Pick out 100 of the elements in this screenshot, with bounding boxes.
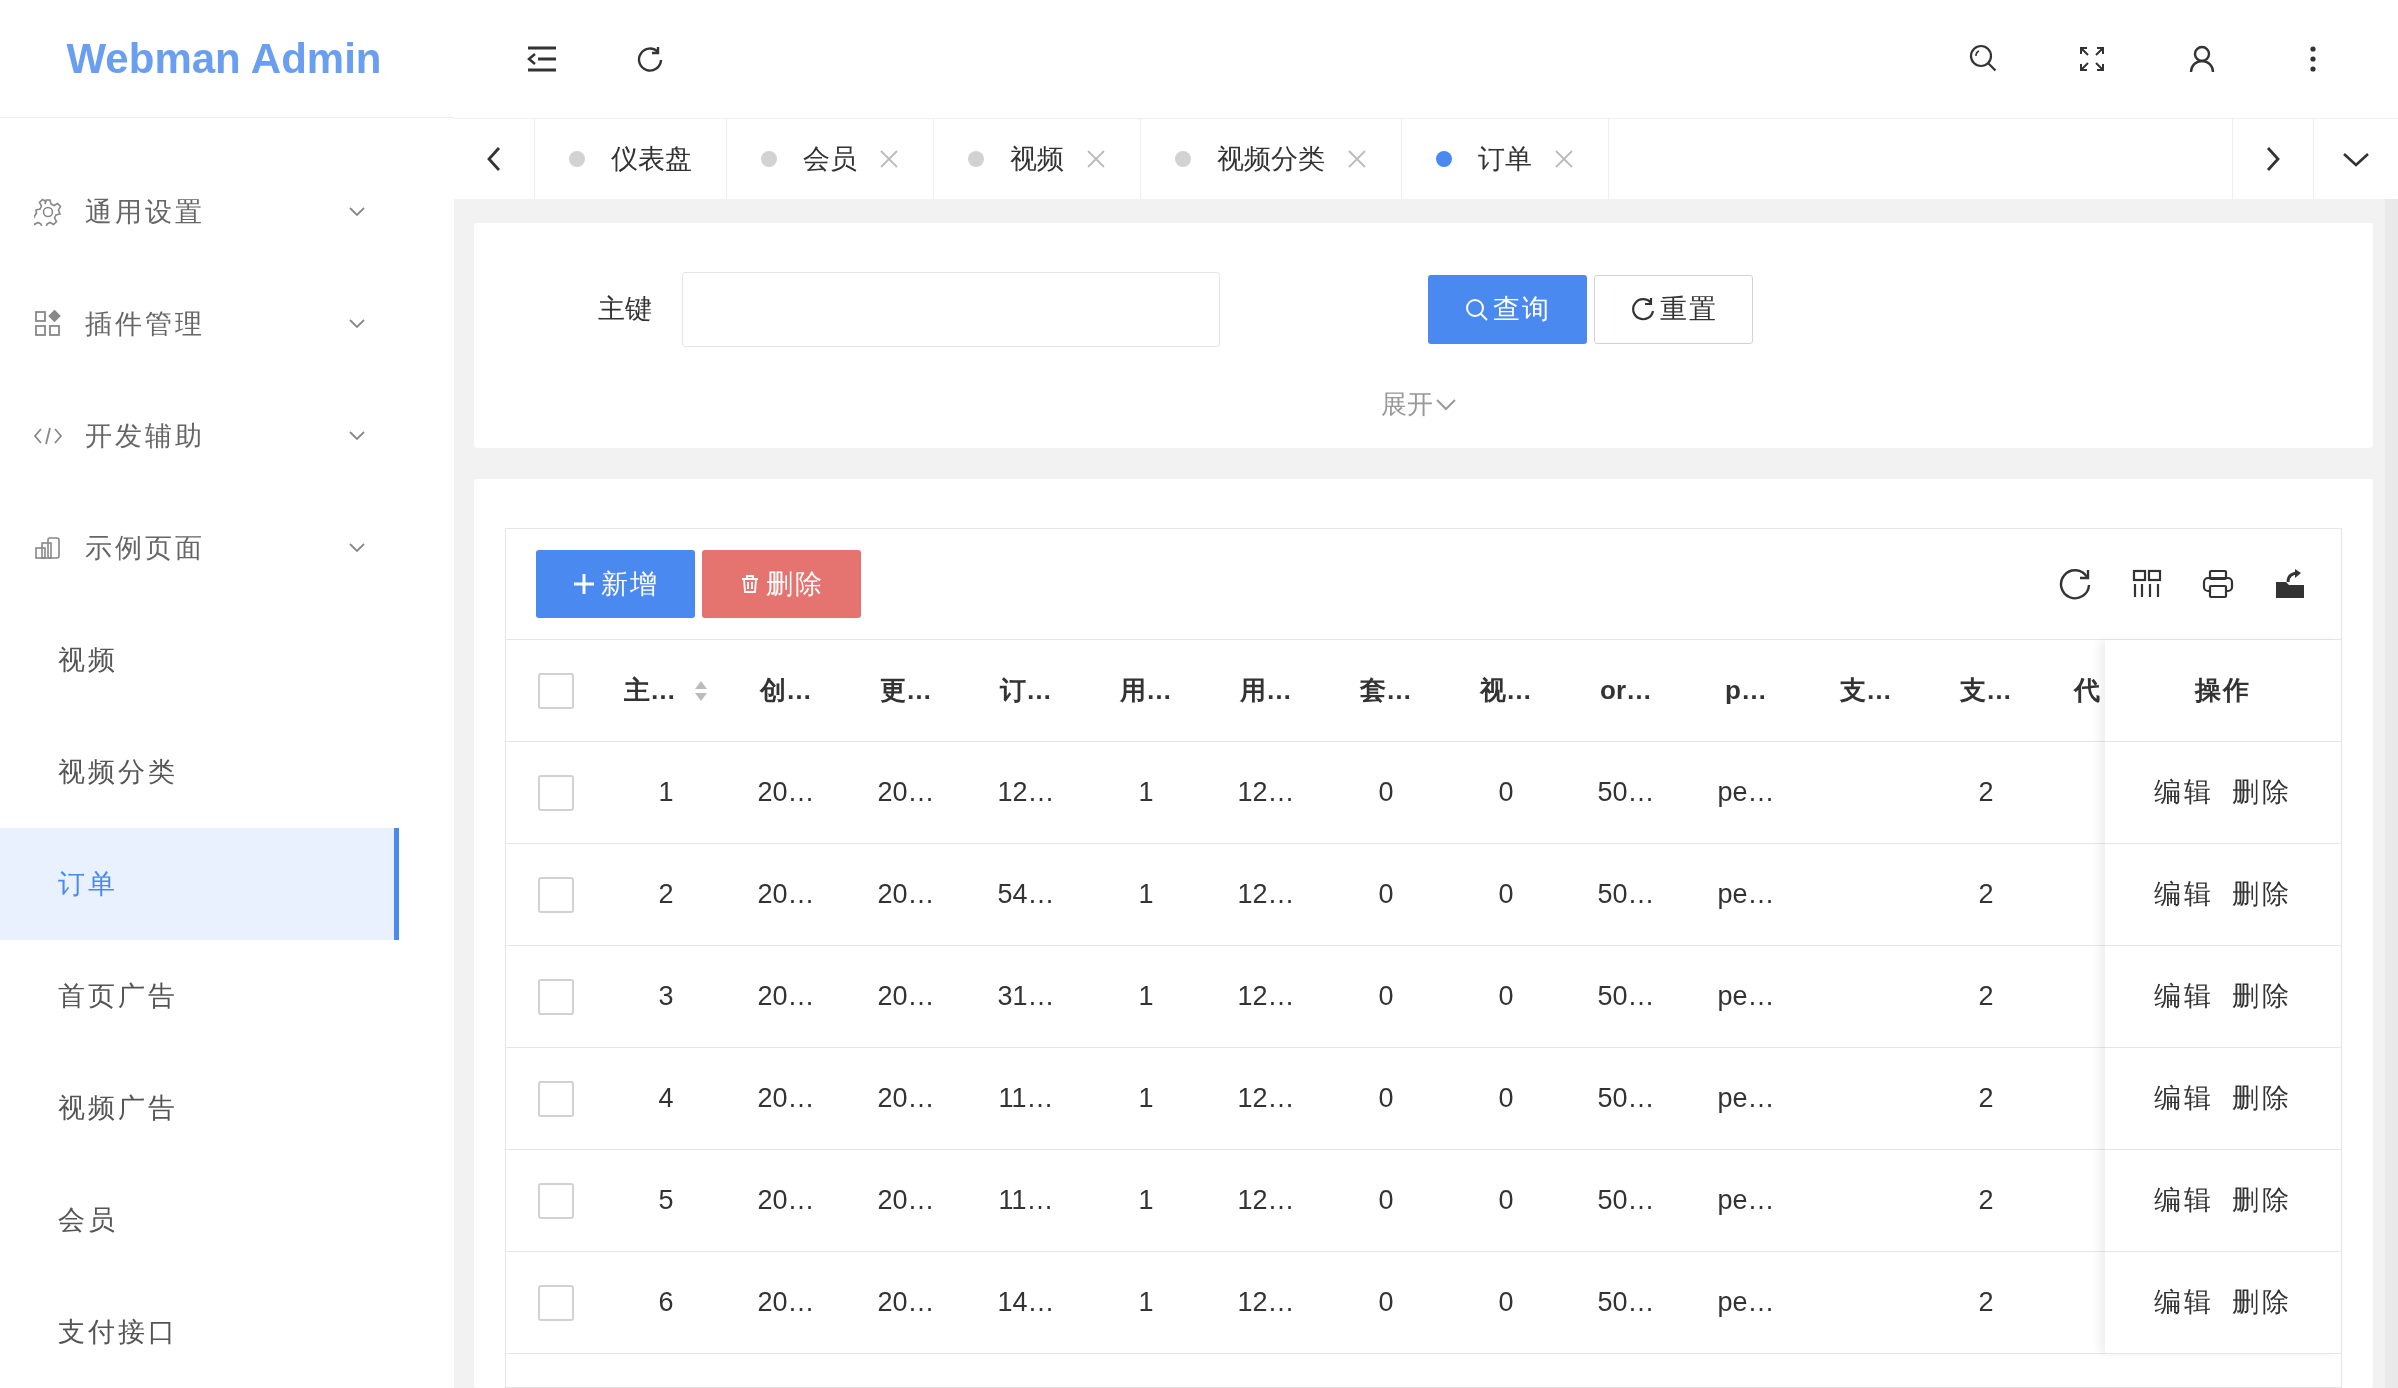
reset-button[interactable]: 重置 — [1594, 275, 1753, 344]
table-cell-text: 20… — [757, 776, 815, 810]
table-cell-text: 2 — [1978, 878, 1994, 912]
delete-link[interactable]: 删除 — [2232, 1078, 2292, 1119]
menu-item[interactable]: 会员 — [0, 1164, 399, 1276]
print-icon[interactable] — [2201, 568, 2235, 600]
edit-link[interactable]: 编辑 — [2154, 1078, 2214, 1119]
table-cell-text: 3 — [658, 980, 674, 1014]
column-header: p… — [1725, 674, 1767, 707]
menu-item[interactable]: 视频广告 — [0, 1052, 399, 1164]
table-cell-text: 50… — [1597, 878, 1655, 912]
table-cell-text: 50… — [1597, 1286, 1655, 1320]
table-cell-text: 0 — [1498, 776, 1514, 810]
table-cell-text: 20… — [877, 1286, 935, 1320]
table-cell-text: 12… — [1237, 776, 1295, 810]
export-icon[interactable] — [2273, 567, 2307, 601]
fullscreen-icon[interactable] — [2078, 45, 2106, 73]
delete-link[interactable]: 删除 — [2232, 874, 2292, 915]
checkbox[interactable] — [538, 876, 574, 913]
close-icon[interactable] — [1086, 149, 1106, 169]
table-cell-text: 2 — [1978, 1286, 1994, 1320]
tab-label[interactable]: 会员 — [803, 138, 857, 180]
grid-icon — [33, 310, 63, 338]
table-cell-text: 12… — [1237, 878, 1295, 912]
menu-item[interactable]: 视频 — [0, 604, 399, 716]
table-cell-text: 20… — [757, 1082, 815, 1116]
table-cell-text: pe… — [1717, 980, 1775, 1014]
delete-link[interactable]: 删除 — [2232, 1282, 2292, 1323]
refresh-icon — [1629, 296, 1656, 323]
checkbox[interactable] — [538, 774, 574, 811]
delete-link[interactable]: 删除 — [2232, 772, 2292, 813]
gear-icon — [33, 198, 63, 226]
column-header: 主… — [624, 674, 676, 707]
field-label: 主键 — [598, 293, 652, 327]
edit-link[interactable]: 编辑 — [2154, 1180, 2214, 1221]
checkbox[interactable] — [538, 1284, 574, 1321]
column-header: 支… — [1960, 674, 2012, 707]
table-cell-text: 0 — [1378, 776, 1394, 810]
columns-icon[interactable] — [2131, 568, 2163, 600]
table-cell-text: 20… — [877, 980, 935, 1014]
chevron-down-icon — [348, 430, 366, 442]
table-cell-text: 14… — [997, 1286, 1055, 1320]
column-header: 用… — [1120, 674, 1172, 707]
checkbox[interactable] — [538, 978, 574, 1015]
delete-link[interactable]: 删除 — [2232, 1180, 2292, 1221]
table-cell-text: 20… — [877, 1082, 935, 1116]
tab-label[interactable]: 视频 — [1010, 138, 1064, 180]
checkbox[interactable] — [538, 1080, 574, 1117]
table-cell-text: 0 — [1498, 878, 1514, 912]
close-icon[interactable] — [879, 149, 899, 169]
table-cell-text: 1 — [1138, 980, 1154, 1014]
column-header: 用… — [1240, 674, 1292, 707]
close-icon[interactable] — [1347, 149, 1367, 169]
chevron-down-icon — [2342, 151, 2370, 167]
table-cell-text: 20… — [877, 776, 935, 810]
chevron-down-icon — [1435, 397, 1457, 412]
table-cell-text: 0 — [1378, 1286, 1394, 1320]
edit-link[interactable]: 编辑 — [2154, 1282, 2214, 1323]
column-header: 订… — [1000, 674, 1052, 707]
sort-icon[interactable] — [694, 679, 708, 702]
table-cell-text: 20… — [757, 878, 815, 912]
tab-label[interactable]: 仪表盘 — [611, 138, 692, 180]
menu-item[interactable]: 支付接口 — [0, 1276, 399, 1388]
user-icon[interactable] — [2188, 44, 2216, 74]
tab-label[interactable]: 视频分类 — [1217, 138, 1325, 180]
table-cell-text: 0 — [1378, 980, 1394, 1014]
column-header: 套… — [1360, 674, 1412, 707]
column-header: 视… — [1480, 674, 1532, 707]
input-field[interactable] — [682, 272, 1220, 347]
edit-link[interactable]: 编辑 — [2154, 976, 2214, 1017]
refresh-icon[interactable] — [2057, 566, 2093, 602]
table-cell-text: 12… — [1237, 1184, 1295, 1218]
menu-group[interactable]: 开发辅助 — [85, 415, 348, 457]
table-cell-text: pe… — [1717, 1082, 1775, 1116]
table-cell-text: 2 — [1978, 980, 1994, 1014]
menu-group[interactable]: 示例页面 — [85, 527, 348, 569]
table-cell-text: 1 — [1138, 1082, 1154, 1116]
edit-link[interactable]: 编辑 — [2154, 874, 2214, 915]
menu-group[interactable]: 通用设置 — [85, 191, 348, 233]
column-header: 创… — [760, 674, 812, 707]
tab-label[interactable]: 订单 — [1478, 138, 1532, 180]
menu-group[interactable]: 插件管理 — [85, 303, 348, 345]
delete-link[interactable]: 删除 — [2232, 976, 2292, 1017]
chevron-right-icon — [2265, 146, 2281, 172]
column-header: 代 — [2074, 674, 2100, 707]
more-icon[interactable] — [2308, 45, 2318, 73]
table-cell-text: 12… — [1237, 1082, 1295, 1116]
table-cell-text: 0 — [1378, 878, 1394, 912]
checkbox[interactable] — [538, 1182, 574, 1219]
column-header: or… — [1600, 674, 1652, 707]
edit-link[interactable]: 编辑 — [2154, 772, 2214, 813]
menu-item[interactable]: 视频分类 — [0, 716, 399, 828]
table-cell-text: 50… — [1597, 1082, 1655, 1116]
table-cell-text: 1 — [1138, 776, 1154, 810]
checkbox[interactable] — [538, 672, 574, 709]
close-icon[interactable] — [1554, 149, 1574, 169]
table-cell-text: 0 — [1498, 980, 1514, 1014]
menu-item[interactable]: 首页广告 — [0, 940, 399, 1052]
table-cell-text: 0 — [1498, 1082, 1514, 1116]
table-cell-text: 12… — [1237, 1286, 1295, 1320]
